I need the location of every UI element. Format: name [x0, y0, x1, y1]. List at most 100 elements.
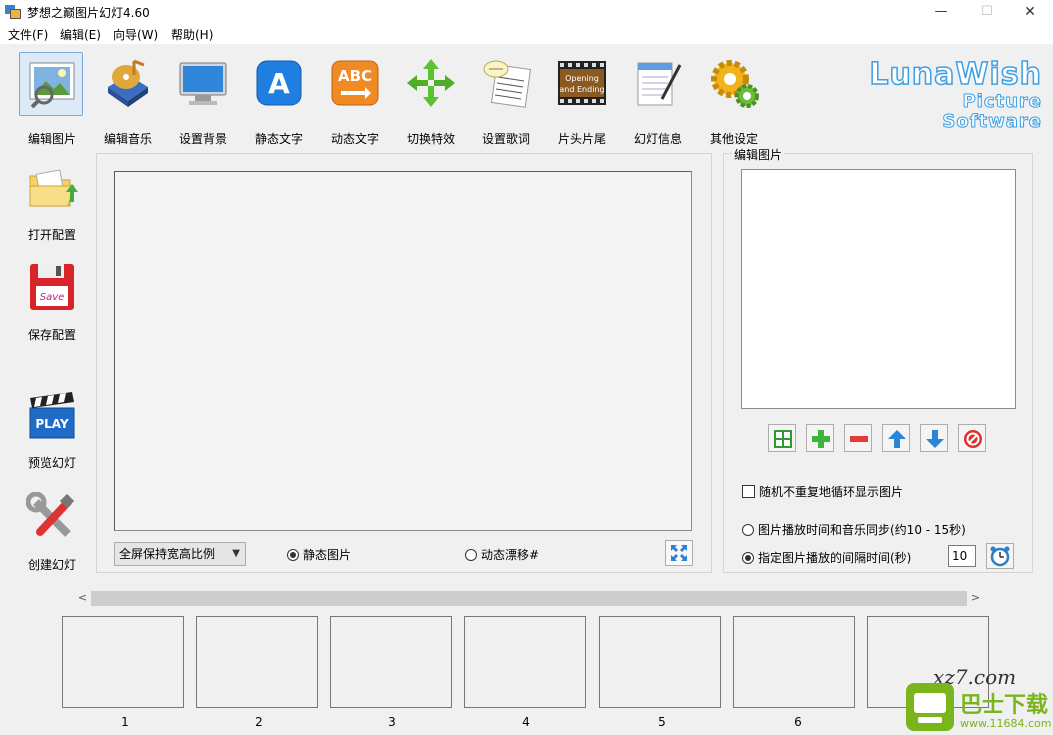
menu-help[interactable]: 帮助(H) — [171, 26, 213, 43]
tool-slideshow-info[interactable]: 幻灯信息 — [623, 52, 693, 146]
preview-slideshow-button[interactable]: PLAY 预览幻灯 — [14, 390, 90, 480]
edit-pictures-panel: 随机不重复地循环显示图片 图片播放时间和音乐同步(约10 - 15秒) 指定图片… — [723, 153, 1033, 573]
tool-set-background[interactable]: 设置背景 — [168, 52, 238, 146]
thumbnail-number: 1 — [121, 715, 129, 729]
dynamic-drift-radio[interactable]: 动态漂移# — [465, 546, 539, 563]
scroll-left-icon[interactable]: < — [74, 590, 91, 607]
interval-radio[interactable]: 指定图片播放的间隔时间(秒) — [742, 549, 911, 566]
thumbnail-slot[interactable] — [330, 616, 452, 708]
brand-name: LunaWish — [869, 57, 1042, 93]
menu-file[interactable]: 文件(F) — [8, 26, 48, 43]
save-disk-icon: Save — [30, 264, 74, 310]
move-up-button[interactable] — [882, 424, 910, 452]
maximize-button[interactable]: ☐ — [964, 0, 1010, 24]
thumbnail-scrollbar[interactable]: < > — [74, 590, 984, 607]
sync-music-label: 图片播放时间和音乐同步(约10 - 15秒) — [758, 523, 966, 537]
radio-indicator — [742, 524, 754, 536]
abc-arrow-icon: ABC — [331, 60, 379, 106]
radio-indicator — [465, 549, 477, 561]
brand-tagline: Picture Software — [942, 91, 1042, 132]
film-icon-text: Opening and Ending — [559, 74, 605, 94]
thumbnail-slot[interactable] — [196, 616, 318, 708]
thumbnail-slot[interactable] — [599, 616, 721, 708]
tool-other-settings[interactable]: 其他设定 — [699, 52, 769, 146]
add-image-button[interactable] — [806, 424, 834, 452]
svg-text:ABC: ABC — [338, 67, 372, 85]
watermark-url: www.11684.com — [960, 717, 1052, 730]
side-tool-label: 创建幻灯 — [27, 558, 76, 572]
svg-text:PLAY: PLAY — [35, 417, 69, 431]
prohibit-icon — [964, 430, 982, 448]
tool-label: 编辑图片 — [27, 132, 76, 146]
chevron-down-icon: ▼ — [232, 548, 240, 559]
timer-button[interactable] — [986, 543, 1014, 569]
tool-label: 动态文字 — [330, 132, 379, 146]
tool-static-text[interactable]: A 静态文字 — [244, 52, 314, 146]
thumbnail-number: 4 — [522, 715, 530, 729]
svg-text:Save: Save — [40, 292, 65, 303]
tool-label: 编辑音乐 — [103, 132, 152, 146]
thumbnail-slot[interactable] — [464, 616, 586, 708]
title-bar: 梦想之巅图片幻灯4.60 — ☐ ✕ — [0, 0, 1053, 24]
tools-icon — [26, 492, 75, 537]
side-tool-label: 保存配置 — [27, 328, 76, 342]
thumbnail-number: 3 — [388, 715, 396, 729]
tool-label: 片头片尾 — [557, 132, 606, 146]
thumbnail-slot[interactable] — [733, 616, 855, 708]
svg-text:A: A — [268, 67, 290, 100]
interval-seconds-input[interactable]: 10 — [948, 545, 976, 567]
app-icon — [5, 5, 21, 19]
arrow-up-icon — [888, 430, 906, 448]
lyrics-icon — [483, 60, 532, 108]
select-all-button[interactable] — [768, 424, 796, 452]
notepad-icon — [637, 62, 682, 106]
create-slideshow-button[interactable]: 创建幻灯 — [14, 492, 90, 582]
image-list[interactable] — [741, 169, 1016, 409]
scroll-right-icon[interactable]: > — [967, 590, 984, 607]
thumbnail-slot[interactable] — [62, 616, 184, 708]
menu-wizard[interactable]: 向导(W) — [113, 26, 158, 43]
four-arrows-icon — [407, 59, 455, 107]
static-image-label: 静态图片 — [303, 548, 352, 562]
static-image-radio[interactable]: 静态图片 — [287, 546, 351, 563]
tool-label: 设置背景 — [178, 132, 227, 146]
side-tool-label: 预览幻灯 — [27, 456, 76, 470]
minimize-button[interactable]: — — [918, 0, 964, 24]
sync-music-radio[interactable]: 图片播放时间和音乐同步(约10 - 15秒) — [742, 521, 966, 538]
save-config-button[interactable]: Save 保存配置 — [14, 262, 90, 352]
random-loop-checkbox[interactable]: 随机不重复地循环显示图片 — [742, 483, 903, 500]
tool-edit-music[interactable]: 编辑音乐 — [93, 52, 163, 146]
open-folder-icon — [29, 169, 78, 207]
menu-edit[interactable]: 编辑(E) — [60, 26, 101, 43]
thumbnail-number: 6 — [794, 715, 802, 729]
fullscreen-button[interactable] — [665, 540, 693, 566]
scroll-thumb[interactable] — [91, 591, 967, 606]
random-loop-label: 随机不重复地循环显示图片 — [759, 485, 904, 499]
minus-icon — [850, 436, 868, 442]
close-button[interactable]: ✕ — [1007, 0, 1053, 24]
tool-dynamic-text[interactable]: ABC 动态文字 — [320, 52, 390, 146]
tool-opening-ending[interactable]: Opening and Ending 片头片尾 — [547, 52, 617, 146]
tool-label: 切换特效 — [406, 132, 455, 146]
thumbnail-number: 5 — [658, 715, 666, 729]
tool-set-lyrics[interactable]: 设置歌词 — [471, 52, 541, 146]
radio-indicator — [742, 552, 754, 564]
clapper-play-icon: PLAY — [29, 392, 75, 439]
tool-edit-pictures[interactable]: 编辑图片 — [17, 52, 87, 146]
plus-icon — [812, 430, 830, 448]
tool-label: 静态文字 — [254, 132, 303, 146]
tool-transitions[interactable]: 切换特效 — [396, 52, 466, 146]
window-title: 梦想之巅图片幻灯4.60 — [27, 6, 150, 20]
watermark-logo-icon — [906, 683, 954, 731]
clear-list-button[interactable] — [958, 424, 986, 452]
remove-image-button[interactable] — [844, 424, 872, 452]
grid-icon — [774, 430, 792, 448]
tool-label: 其他设定 — [709, 132, 758, 146]
letter-a-icon: A — [256, 60, 302, 106]
checkbox-indicator — [742, 485, 755, 498]
preview-panel: 全屏保持宽高比例 ▼ 静态图片 动态漂移# — [96, 153, 712, 573]
scale-mode-select[interactable]: 全屏保持宽高比例 ▼ — [114, 542, 246, 566]
arrow-down-icon — [926, 430, 944, 448]
open-config-button[interactable]: 打开配置 — [14, 162, 90, 252]
move-down-button[interactable] — [920, 424, 948, 452]
